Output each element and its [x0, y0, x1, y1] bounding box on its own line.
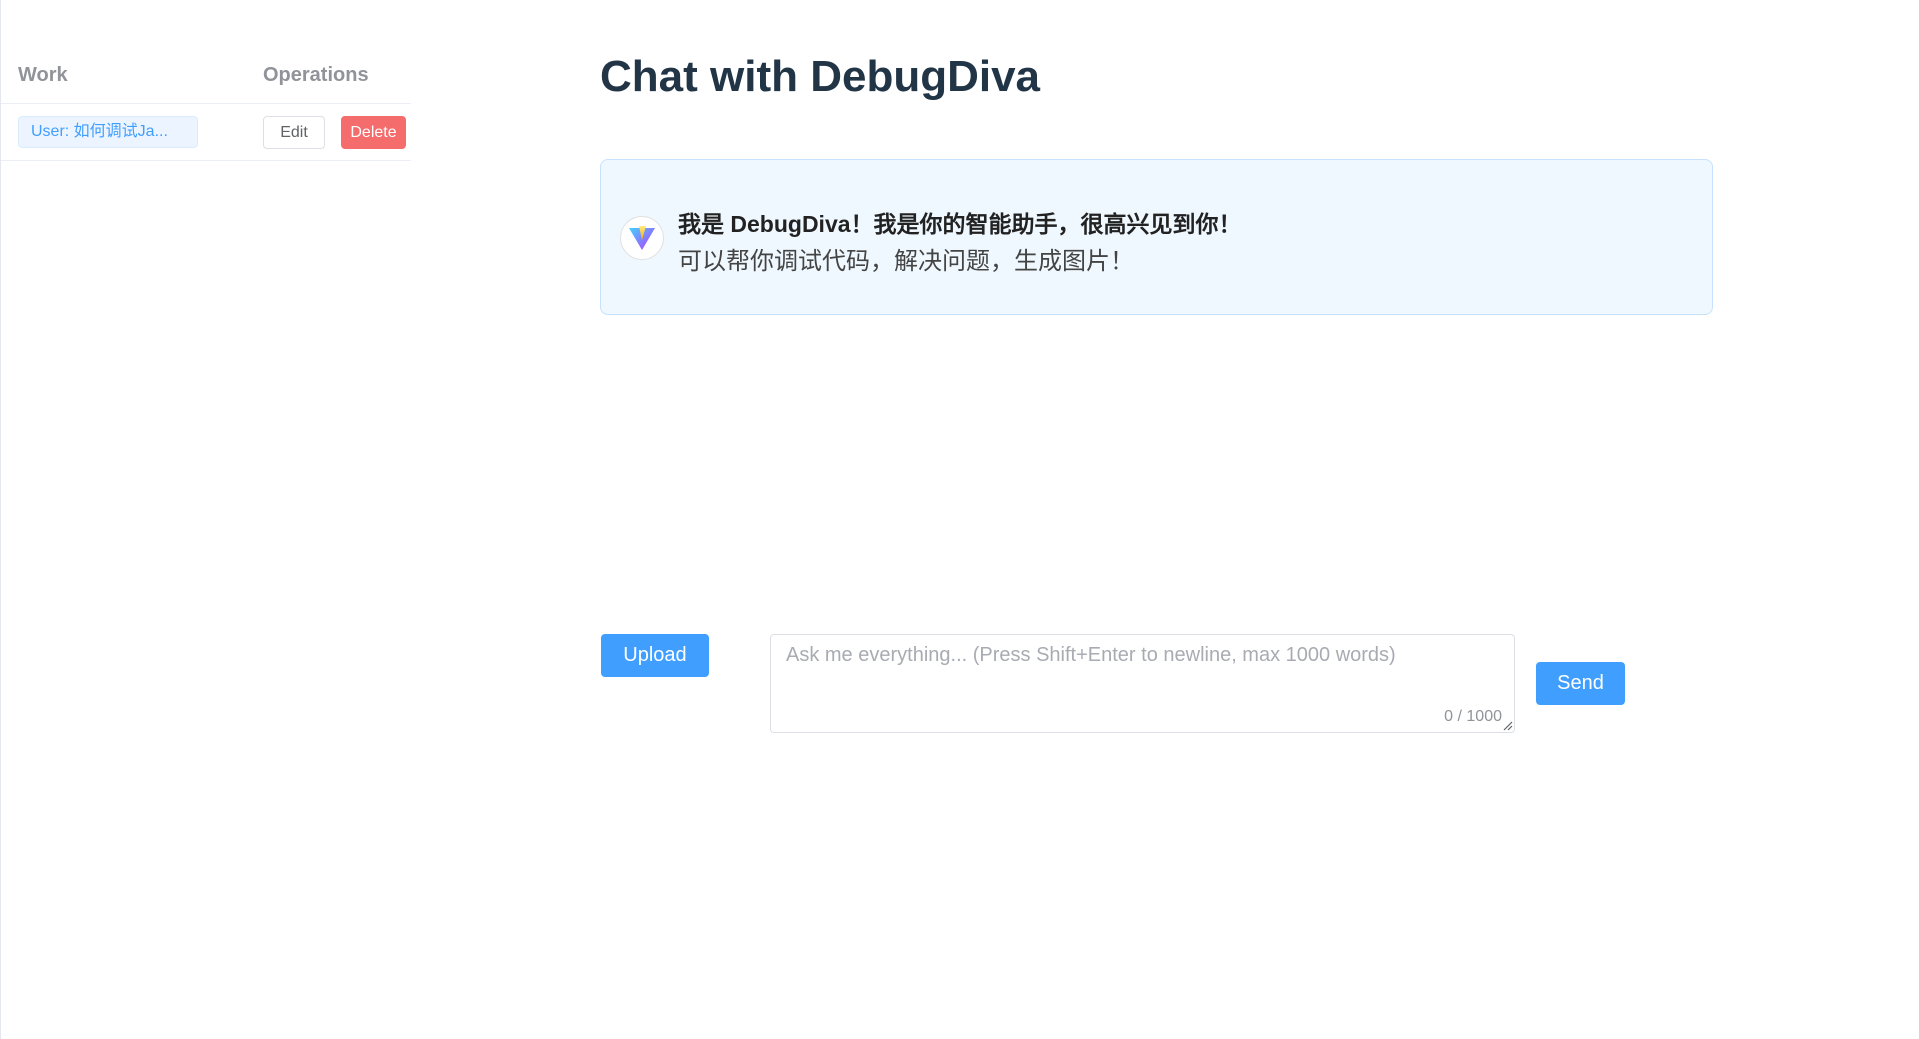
history-table-header: Work Operations [1, 52, 411, 104]
conversation-item[interactable]: User: 如何调试Ja... [18, 116, 198, 148]
edit-button[interactable]: Edit [263, 116, 325, 149]
welcome-subtext: 可以帮你调试代码，解决问题，生成图片！ [678, 248, 1134, 275]
page-title: Chat with DebugDiva [600, 52, 1041, 101]
table-row: User: 如何调试Ja... Edit Delete [1, 104, 411, 161]
upload-button[interactable]: Upload [601, 634, 709, 677]
vite-logo-icon [620, 216, 664, 260]
welcome-heading: 我是 DebugDiva！我是你的智能助手，很高兴见到你！ [678, 211, 1242, 237]
message-input[interactable]: Ask me everything... (Press Shift+Enter … [770, 634, 1515, 733]
resize-handle-icon[interactable] [1501, 719, 1513, 731]
message-input-placeholder: Ask me everything... (Press Shift+Enter … [786, 644, 1396, 666]
word-counter: 0 / 1000 [1444, 708, 1502, 725]
app-window: Work Operations User: 如何调试Ja... Edit Del… [0, 0, 1919, 1039]
column-header-operations: Operations [263, 64, 369, 86]
send-button[interactable]: Send [1536, 662, 1625, 705]
delete-button[interactable]: Delete [341, 116, 406, 149]
column-header-work: Work [18, 64, 68, 86]
welcome-message-card: 我是 DebugDiva！我是你的智能助手，很高兴见到你！ 可以帮你调试代码，解… [600, 159, 1713, 315]
sidebar: Work Operations User: 如何调试Ja... Edit Del… [0, 0, 411, 1039]
